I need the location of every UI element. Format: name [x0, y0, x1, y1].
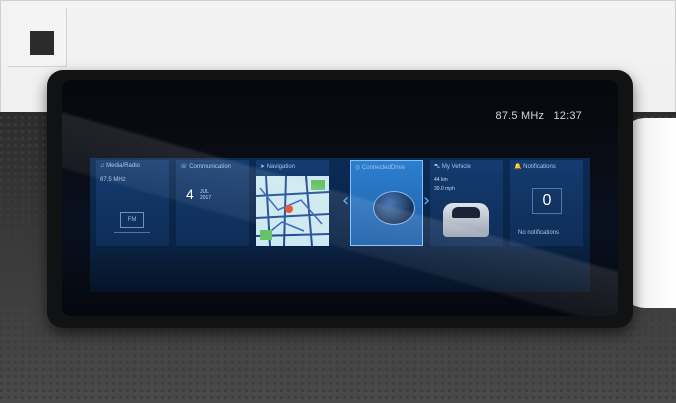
- tile-connected-drive[interactable]: ◎ ConnectedDrive: [350, 160, 423, 246]
- fm-band-label: FM: [120, 212, 144, 228]
- tile-title-vehicle: ⛍ My Vehicle: [434, 164, 471, 170]
- infotainment-screen: 87.5 MHz 12:37 ♫ Media/Radio 87.5 MHz FM…: [62, 80, 618, 316]
- map-location-marker: [285, 205, 293, 213]
- calendar-month-year: JUL 2017: [200, 189, 211, 201]
- tile-notifications[interactable]: 🔔 Notifications 0 No notifications: [510, 160, 583, 246]
- connected-icon: ◎: [355, 165, 361, 171]
- car-icon: ⛍: [434, 164, 441, 170]
- corner-badge: [8, 8, 67, 67]
- fm-line: [114, 232, 150, 233]
- radio-frequency: 87.5 MHz: [495, 110, 545, 122]
- stop-square-icon: [30, 31, 54, 55]
- notification-count: 0: [532, 188, 562, 214]
- scroll-left-arrow[interactable]: ‹: [342, 190, 349, 211]
- map-thumbnail: [256, 176, 329, 246]
- music-note-icon: ♫: [100, 163, 105, 169]
- tile-title-connected: ◎ ConnectedDrive: [355, 165, 405, 171]
- tile-title-navigation: ➤ Navigation: [260, 164, 296, 170]
- map-park: [311, 180, 325, 190]
- calendar-day: 4: [186, 186, 194, 202]
- clock-time: 12:37: [553, 110, 582, 122]
- vehicle-image: [443, 203, 489, 237]
- tile-title-notifications: 🔔 Notifications: [514, 164, 556, 170]
- bell-icon: 🔔: [514, 164, 522, 170]
- media-frequency: 87.5 MHz: [100, 177, 126, 183]
- tile-navigation[interactable]: ➤ Navigation: [256, 160, 329, 246]
- tile-title-media: ♫ Media/Radio: [100, 163, 140, 169]
- tile-communication[interactable]: ☏ Communication 4 JUL 2017: [176, 160, 249, 246]
- tile-media-radio[interactable]: ♫ Media/Radio 87.5 MHz FM: [96, 160, 169, 246]
- vehicle-range: 44 km: [434, 177, 448, 183]
- vehicle-consumption: 30.0 mph: [434, 186, 455, 192]
- tile-title-communication: ☏ Communication: [180, 164, 231, 170]
- connected-globe-icon: [373, 191, 415, 225]
- notification-empty-text: No notifications: [518, 230, 560, 236]
- status-bar: 87.5 MHz 12:37: [490, 110, 582, 122]
- vehicle-windshield: [452, 207, 480, 218]
- tile-my-vehicle[interactable]: ⛍ My Vehicle 44 km 30.0 mph: [430, 160, 503, 246]
- calendar-year: 2017: [200, 195, 212, 201]
- phone-icon: ☏: [180, 164, 188, 170]
- map-park-2: [260, 230, 272, 240]
- navigation-icon: ➤: [260, 164, 266, 170]
